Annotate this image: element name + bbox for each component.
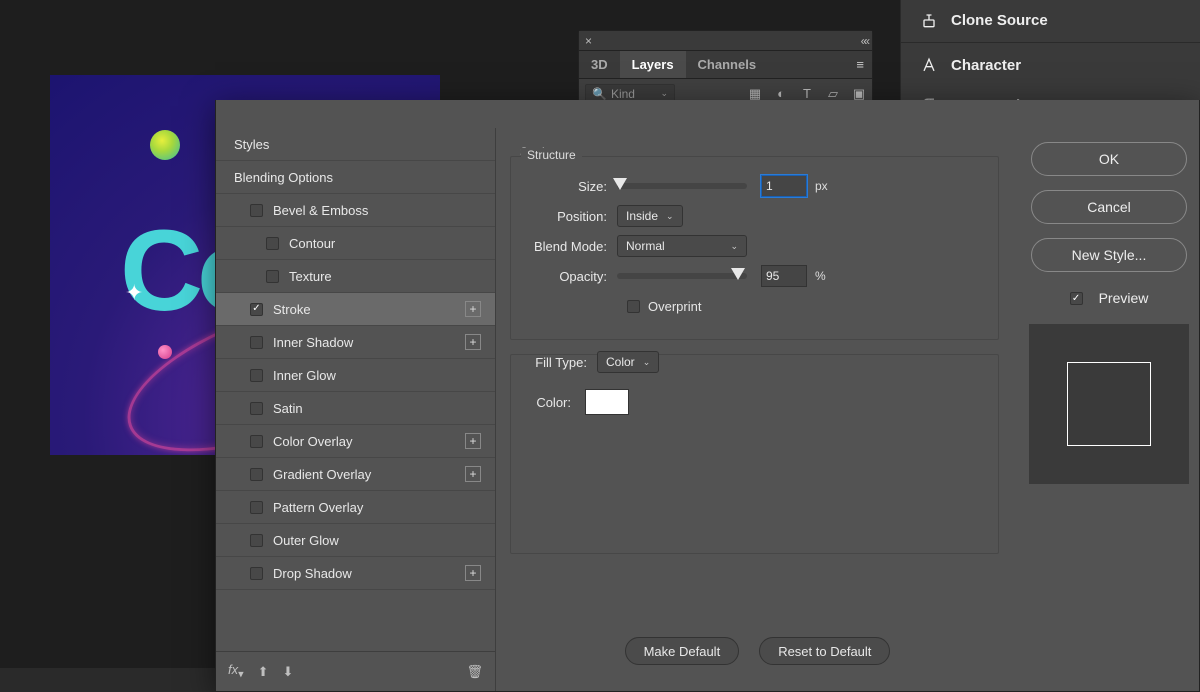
preview-thumbnail (1029, 324, 1189, 484)
checkbox[interactable] (250, 402, 263, 415)
checkbox[interactable] (250, 534, 263, 547)
stroke-item[interactable]: Stroke+ (216, 293, 495, 326)
opacity-unit: % (815, 269, 826, 283)
opacity-label: Opacity: (527, 269, 617, 284)
styles-header[interactable]: Styles (216, 128, 495, 161)
bevel-emboss-item[interactable]: Bevel & Emboss (216, 194, 495, 227)
panel-label: Clone Source (951, 12, 1048, 29)
add-effect-icon[interactable]: + (465, 301, 481, 317)
dialog-right-column: OK Cancel New Style... Preview (1019, 128, 1199, 691)
cancel-button[interactable]: Cancel (1031, 190, 1187, 224)
style-list-footer: fx▾ ⬆ ⬇ 🗑 (216, 651, 495, 691)
layer-style-dialog: Styles Blending Options Bevel & Emboss C… (215, 100, 1200, 692)
new-style-button[interactable]: New Style... (1031, 238, 1187, 272)
layers-panel[interactable]: × «« 3D Layers Channels ≡ 🔍 Kind ⌄ ▦ ◐ T… (578, 30, 873, 110)
fill-type-label: Fill Type: (521, 355, 597, 370)
checkbox[interactable] (250, 369, 263, 382)
opacity-input[interactable] (761, 265, 807, 287)
size-slider[interactable] (617, 183, 747, 189)
panel-character[interactable]: Character (901, 45, 1200, 85)
checkbox[interactable] (250, 468, 263, 481)
size-input[interactable] (761, 175, 807, 197)
trash-icon[interactable]: 🗑 (466, 664, 483, 680)
position-label: Position: (527, 209, 617, 224)
outer-glow-item[interactable]: Outer Glow (216, 524, 495, 557)
panel-clone-source[interactable]: Clone Source (901, 0, 1200, 40)
color-overlay-item[interactable]: Color Overlay+ (216, 425, 495, 458)
add-effect-icon[interactable]: + (465, 466, 481, 482)
checkbox[interactable] (250, 303, 263, 316)
color-swatch[interactable] (585, 389, 629, 415)
panel-label: Character (951, 57, 1021, 74)
collapse-icon[interactable]: «« (861, 34, 866, 48)
character-icon (919, 55, 939, 75)
contour-item[interactable]: Contour (216, 227, 495, 260)
structure-legend: Structure (521, 148, 582, 162)
chevron-down-icon: ⌄ (643, 357, 651, 368)
checkbox[interactable] (250, 567, 263, 580)
opacity-slider[interactable] (617, 273, 747, 279)
tab-channels[interactable]: Channels (686, 51, 769, 78)
ok-button[interactable]: OK (1031, 142, 1187, 176)
add-effect-icon[interactable]: + (465, 565, 481, 581)
add-effect-icon[interactable]: + (465, 334, 481, 350)
fill-type-select[interactable]: Color⌄ (597, 351, 659, 373)
sparkle-icon: ✦ (125, 280, 143, 306)
add-effect-icon[interactable]: + (465, 433, 481, 449)
preview-checkbox[interactable] (1070, 292, 1083, 305)
checkbox[interactable] (250, 435, 263, 448)
art-dot (158, 345, 172, 359)
size-label: Size: (527, 179, 617, 194)
blend-mode-select[interactable]: Normal⌄ (617, 235, 747, 257)
move-down-icon[interactable]: ⬇ (282, 664, 293, 680)
tab-layers[interactable]: Layers (620, 51, 686, 78)
stroke-settings: Stroke Structure Size: px Position: Insi… (496, 128, 1019, 691)
size-unit: px (815, 179, 828, 193)
pattern-overlay-item[interactable]: Pattern Overlay (216, 491, 495, 524)
drop-shadow-item[interactable]: Drop Shadow+ (216, 557, 495, 590)
panel-menu-icon[interactable]: ≡ (848, 57, 872, 72)
filter-label: Kind (611, 87, 635, 101)
inner-shadow-item[interactable]: Inner Shadow+ (216, 326, 495, 359)
chevron-down-icon: ⌄ (666, 211, 674, 222)
style-list: Styles Blending Options Bevel & Emboss C… (216, 128, 496, 691)
color-label: Color: (527, 395, 581, 410)
chevron-down-icon: ⌄ (730, 241, 738, 252)
panel-titlebar[interactable]: × «« (579, 31, 872, 51)
clone-stamp-icon (919, 10, 939, 30)
preview-label: Preview (1099, 290, 1149, 306)
move-up-icon[interactable]: ⬆ (258, 664, 269, 680)
position-select[interactable]: Inside⌄ (617, 205, 683, 227)
search-icon: 🔍 (592, 87, 607, 101)
art-planet (150, 130, 180, 160)
texture-item[interactable]: Texture (216, 260, 495, 293)
panel-tabs: 3D Layers Channels ≡ (579, 51, 872, 79)
chevron-down-icon: ⌄ (660, 88, 668, 99)
blending-options[interactable]: Blending Options (216, 161, 495, 194)
checkbox[interactable] (266, 237, 279, 250)
preview-inner (1067, 362, 1151, 446)
fx-menu[interactable]: fx▾ (228, 662, 244, 681)
checkbox[interactable] (250, 336, 263, 349)
checkbox[interactable] (250, 204, 263, 217)
make-default-button[interactable]: Make Default (625, 637, 740, 665)
overprint-label: Overprint (648, 299, 701, 314)
blend-mode-label: Blend Mode: (527, 239, 617, 254)
reset-default-button[interactable]: Reset to Default (759, 637, 890, 665)
gradient-overlay-item[interactable]: Gradient Overlay+ (216, 458, 495, 491)
satin-item[interactable]: Satin (216, 392, 495, 425)
inner-glow-item[interactable]: Inner Glow (216, 359, 495, 392)
checkbox[interactable] (250, 501, 263, 514)
close-icon[interactable]: × (585, 34, 592, 48)
tab-3d[interactable]: 3D (579, 51, 620, 78)
checkbox[interactable] (266, 270, 279, 283)
overprint-checkbox[interactable] (627, 300, 640, 313)
